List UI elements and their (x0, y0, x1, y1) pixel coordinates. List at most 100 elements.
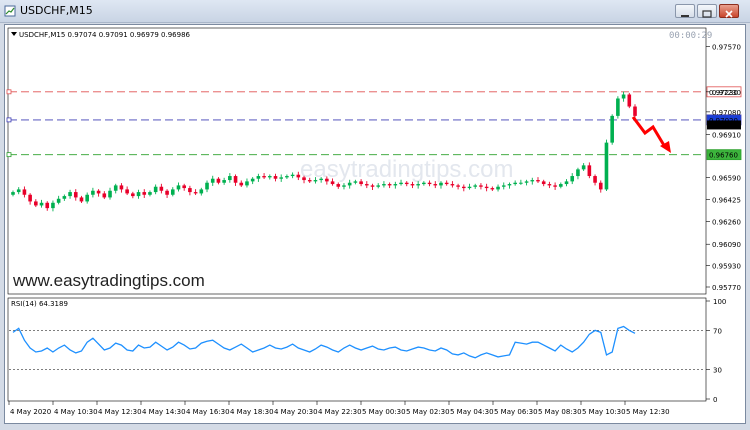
bull-candle (501, 185, 506, 187)
time-tick-label: 4 May 18:30 (230, 408, 274, 416)
bull-candle (113, 185, 118, 191)
bear-candle (427, 182, 432, 185)
price-tick-label: 0.97230 (712, 89, 741, 97)
bear-candle (444, 182, 449, 185)
bull-candle (496, 186, 500, 190)
bull-candle (416, 184, 420, 186)
bear-candle (325, 178, 329, 182)
chart-window[interactable]: easytradingtips.com USDCHF,M15 0.97074 0… (4, 24, 746, 424)
bull-candle (205, 182, 209, 190)
bear-candle (462, 186, 466, 189)
bull-candle (250, 178, 255, 182)
bear-candle (627, 94, 632, 107)
rsi-tick-label: 100 (713, 298, 726, 306)
bear-candle (193, 192, 198, 194)
bear-candle (79, 197, 84, 202)
bull-candle (347, 182, 352, 186)
bear-candle (233, 176, 238, 183)
bear-candle (479, 185, 483, 187)
bull-candle (108, 190, 112, 198)
bear-candle (330, 181, 335, 185)
bull-candle (342, 185, 346, 187)
time-tick-label: 4 May 20:30 (274, 408, 318, 416)
bull-candle (11, 192, 15, 195)
bear-candle (536, 180, 540, 182)
bear-candle (587, 165, 592, 177)
level-handle-green[interactable] (6, 152, 12, 158)
bull-candle (256, 176, 261, 179)
bull-candle (519, 182, 523, 184)
bull-candle (376, 185, 381, 187)
bull-candle (353, 181, 358, 183)
bear-candle (307, 180, 312, 182)
bear-candle (593, 176, 597, 183)
time-tick-label: 5 May 06:30 (494, 408, 538, 416)
level-handle-red[interactable] (6, 89, 12, 95)
bull-candle (91, 190, 95, 195)
current-price-label: 0.96986 (709, 121, 738, 129)
bear-candle (273, 176, 278, 179)
bull-candle (210, 178, 215, 183)
bear-candle (410, 184, 415, 186)
bear-candle (119, 185, 124, 190)
bear-candle (165, 190, 169, 195)
bear-candle (216, 178, 221, 183)
bear-candle (302, 177, 306, 181)
bull-candle (581, 165, 586, 170)
bear-candle (633, 106, 637, 116)
bear-candle (131, 193, 135, 197)
restore-button[interactable] (697, 4, 717, 18)
bear-candle (484, 186, 489, 189)
minimize-button[interactable] (675, 4, 695, 18)
level-price-label: 0.96760 (709, 152, 738, 160)
time-tick-label: 5 May 00:30 (362, 408, 406, 416)
window-title: USDCHF,M15 (20, 4, 93, 17)
close-button[interactable] (719, 4, 739, 18)
bear-candle (433, 184, 438, 186)
chart-canvas[interactable]: easytradingtips.com USDCHF,M15 0.97074 0… (5, 25, 745, 423)
price-tick-label: 0.95770 (712, 284, 741, 292)
bull-candle (621, 94, 626, 99)
price-tick-label: 0.96425 (712, 196, 741, 204)
bull-candle (16, 189, 21, 193)
bull-candle (153, 186, 158, 193)
bull-candle (85, 194, 89, 202)
bull-candle (68, 192, 72, 197)
price-tick-label: 0.97570 (712, 43, 741, 51)
bear-candle (142, 192, 147, 195)
price-tick-label: 0.96260 (712, 218, 741, 226)
rsi-tick-label: 70 (713, 327, 722, 335)
bear-candle (73, 192, 78, 198)
time-tick-label: 4 May 14:30 (142, 408, 186, 416)
bear-candle (359, 181, 363, 185)
bear-candle (262, 176, 266, 178)
bull-candle (382, 184, 386, 186)
bull-candle (439, 182, 443, 186)
bull-candle (51, 202, 55, 209)
bear-candle (387, 184, 392, 186)
bear-candle (296, 174, 301, 178)
bear-candle (553, 185, 557, 187)
bear-candle (102, 193, 107, 198)
bear-candle (96, 190, 101, 194)
time-tick-label: 5 May 12:30 (626, 408, 670, 416)
bear-candle (28, 194, 32, 202)
bull-candle (176, 185, 181, 190)
bull-candle (62, 196, 67, 199)
bull-candle (467, 186, 472, 189)
level-handle-blue[interactable] (6, 117, 12, 123)
bull-candle (513, 182, 517, 185)
price-tick-label: 0.96590 (712, 174, 741, 182)
bull-candle (222, 180, 226, 183)
symbol-info: USDCHF,M15 0.97074 0.97091 0.96979 0.969… (19, 31, 191, 39)
bear-candle (125, 189, 129, 194)
title-bar[interactable]: USDCHF,M15 (0, 0, 750, 23)
bear-candle (239, 182, 244, 186)
bull-candle (279, 177, 284, 179)
bull-candle (604, 142, 609, 190)
bull-candle (228, 176, 232, 181)
bear-candle (336, 184, 341, 187)
bear-candle (404, 182, 409, 185)
bull-candle (245, 181, 249, 186)
bull-candle (422, 182, 426, 185)
